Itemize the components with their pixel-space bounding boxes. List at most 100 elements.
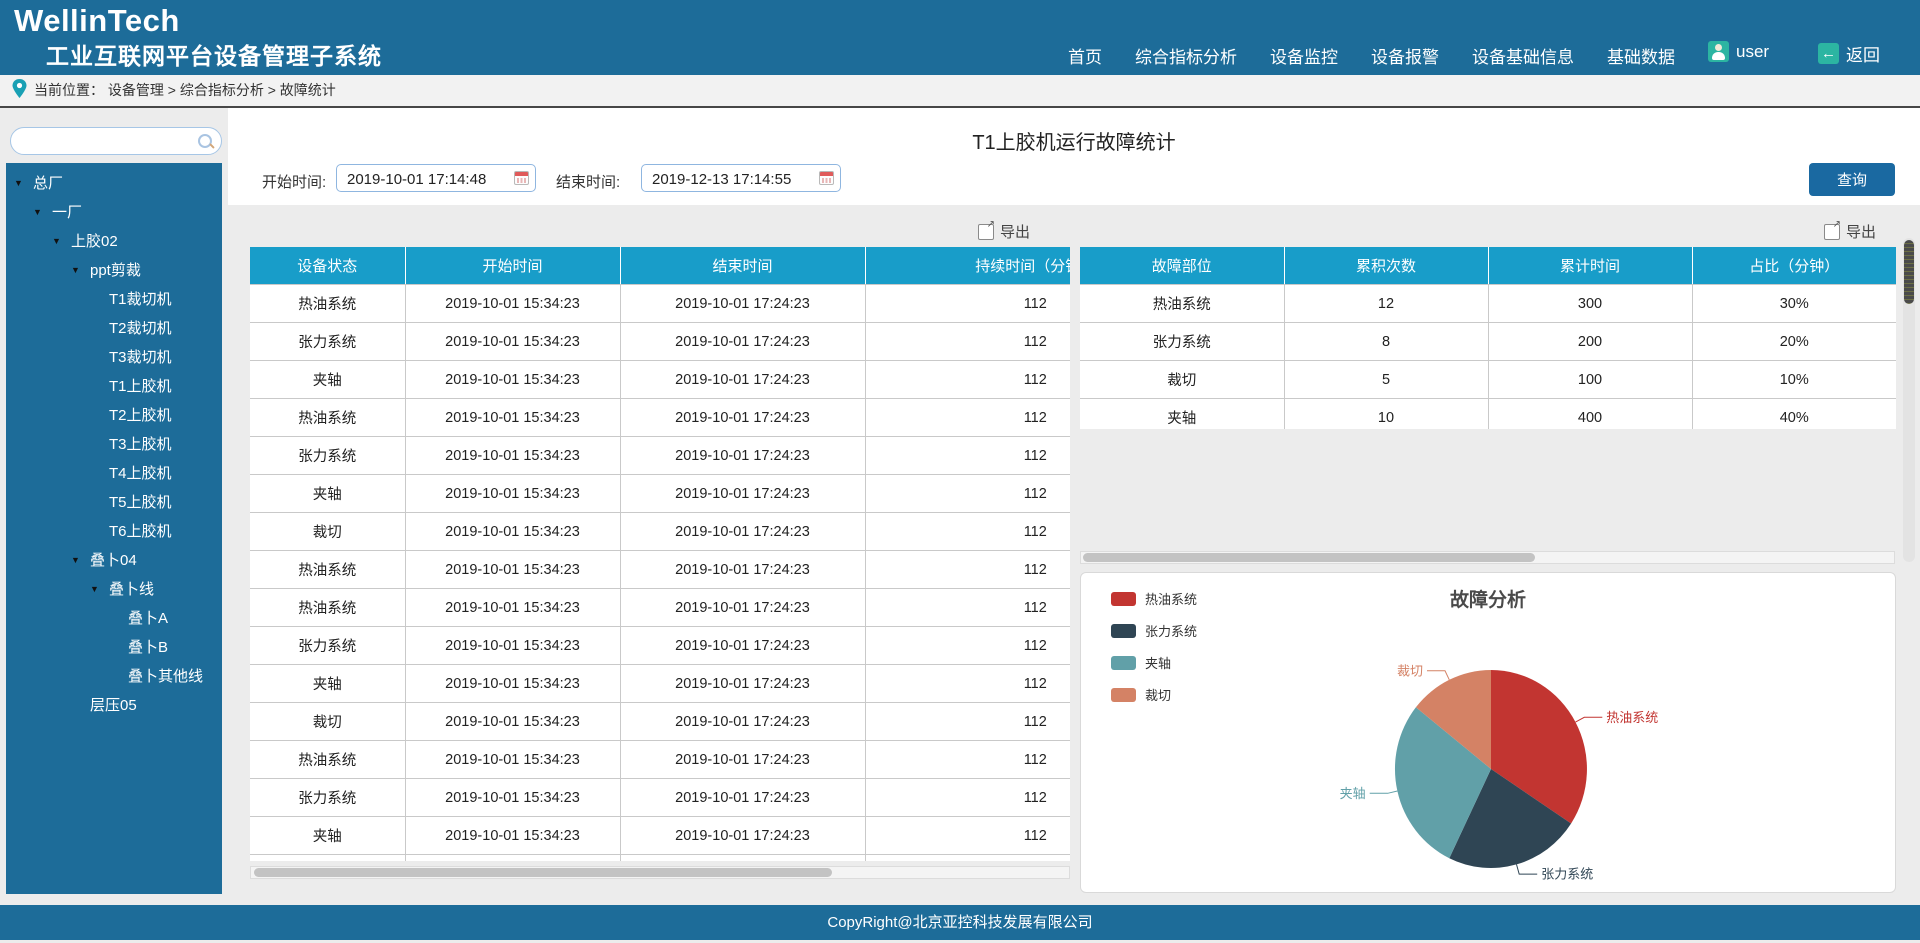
table-cell: 2019-10-01 15:34:23 [405, 817, 620, 855]
calendar-icon[interactable] [514, 171, 529, 185]
pie-label: 张力系统 [1541, 867, 1593, 882]
table-row: 裁切510010% [1080, 361, 1896, 399]
scrollbar-thumb[interactable] [1083, 553, 1535, 562]
table-row: 张力系统2019-10-01 15:34:232019-10-01 17:24:… [250, 779, 1070, 817]
back-button[interactable]: ← 返回 [1818, 41, 1880, 66]
tree-item-label: 总厂 [33, 169, 63, 198]
scrollbar-thumb[interactable] [1904, 240, 1914, 304]
tree-item[interactable]: 叠卜其他线 [6, 662, 222, 691]
table-cell: 2019-10-01 17:24:23 [620, 361, 865, 399]
nav-item[interactable]: 基础数据 [1607, 43, 1675, 68]
tree-item-label: 叠卜B [128, 633, 168, 662]
tree-item[interactable]: 叠卜A [6, 604, 222, 633]
table-cell: 裁切 [250, 513, 405, 551]
table-cell: 2019-10-01 17:24:23 [620, 513, 865, 551]
fault-pie-svg: 热油系统张力系统夹轴裁切 [1081, 573, 1895, 892]
h-scrollbar-right[interactable] [1080, 551, 1895, 564]
table-row: 夹轴2019-10-01 15:34:232019-10-01 17:24:23… [250, 817, 1070, 855]
table-cell: 12 [1284, 285, 1488, 323]
table-header-cell: 结束时间 [620, 247, 865, 285]
table-cell: 112 [865, 399, 1070, 437]
search-icon[interactable] [198, 134, 212, 148]
table-row: 裁切2019-10-01 15:34:232019-10-01 17:24:23… [250, 855, 1070, 862]
table-cell: 100 [1488, 361, 1692, 399]
table-row: 张力系统2019-10-01 15:34:232019-10-01 17:24:… [250, 627, 1070, 665]
app-title: 工业互联网平台设备管理子系统 [46, 37, 382, 71]
tree-item[interactable]: T3上胶机 [6, 430, 222, 459]
tree-item-label: 上胶02 [71, 227, 118, 256]
tree-item[interactable]: 层压05 [6, 691, 222, 720]
search-input[interactable] [21, 129, 195, 155]
table-row: 张力系统820020% [1080, 323, 1896, 361]
expander-icon[interactable]: ▼ [52, 227, 66, 256]
tree-item[interactable]: ▼叠卜线 [6, 575, 222, 604]
tree-item[interactable]: T6上胶机 [6, 517, 222, 546]
calendar-icon[interactable] [819, 171, 834, 185]
tree-item[interactable]: T3裁切机 [6, 343, 222, 372]
back-label: 返回 [1846, 41, 1880, 66]
table-header-cell: 占比（分钟） [1692, 247, 1896, 285]
table-cell: 2019-10-01 15:34:23 [405, 361, 620, 399]
table-cell: 2019-10-01 15:34:23 [405, 855, 620, 862]
tree-item[interactable]: T4上胶机 [6, 459, 222, 488]
table-row: 裁切2019-10-01 15:34:232019-10-01 17:24:23… [250, 703, 1070, 741]
nav-item[interactable]: 综合指标分析 [1135, 43, 1237, 68]
h-scrollbar-left[interactable] [250, 866, 1070, 879]
table-cell: 2019-10-01 17:24:23 [620, 741, 865, 779]
nav-item[interactable]: 设备报警 [1371, 43, 1439, 68]
tree-item[interactable]: ▼叠卜04 [6, 546, 222, 575]
tree-item[interactable]: T2裁切机 [6, 314, 222, 343]
table-cell: 张力系统 [250, 779, 405, 817]
table-cell: 2019-10-01 17:24:23 [620, 437, 865, 475]
table-cell: 夹轴 [250, 361, 405, 399]
nav-item[interactable]: 首页 [1068, 43, 1102, 68]
table-row: 张力系统2019-10-01 15:34:232019-10-01 17:24:… [250, 437, 1070, 475]
export-label: 导出 [1000, 221, 1030, 242]
expander-icon[interactable]: ▼ [71, 546, 85, 575]
table-row: 夹轴2019-10-01 15:34:232019-10-01 17:24:23… [250, 665, 1070, 703]
export-label: 导出 [1846, 221, 1876, 242]
tree-item[interactable]: ▼ppt剪裁 [6, 256, 222, 285]
logo: WellinTech [14, 3, 180, 39]
table-row: 夹轴2019-10-01 15:34:232019-10-01 17:24:23… [250, 361, 1070, 399]
export-left-button[interactable]: 导出 [978, 221, 1030, 242]
tree-item-label: ppt剪裁 [90, 256, 141, 285]
user-avatar-icon [1708, 41, 1729, 62]
export-right-button[interactable]: 导出 [1824, 221, 1876, 242]
table-cell: 200 [1488, 323, 1692, 361]
nav-item[interactable]: 设备监控 [1270, 43, 1338, 68]
table-cell: 热油系统 [1080, 285, 1284, 323]
expander-icon[interactable]: ▼ [14, 169, 28, 198]
table-cell: 2019-10-01 17:24:23 [620, 703, 865, 741]
expander-icon[interactable]: ▼ [71, 256, 85, 285]
tree-item[interactable]: T5上胶机 [6, 488, 222, 517]
tree-item-label: 叠卜A [128, 604, 168, 633]
query-button[interactable]: 查询 [1809, 163, 1895, 196]
table-cell: 112 [865, 779, 1070, 817]
tree-item[interactable]: T1裁切机 [6, 285, 222, 314]
table-row: 热油系统1230030% [1080, 285, 1896, 323]
scrollbar-thumb[interactable] [254, 868, 832, 877]
tree-item[interactable]: T2上胶机 [6, 401, 222, 430]
location-pin-icon [12, 79, 27, 99]
tree-item[interactable]: 叠卜B [6, 633, 222, 662]
table-cell: 2019-10-01 15:34:23 [405, 551, 620, 589]
top-header: WellinTech 工业互联网平台设备管理子系统 首页 综合指标分析 设备监控 设备… [0, 0, 1920, 75]
tree-item[interactable]: ▼总厂 [6, 169, 222, 198]
table-cell: 2019-10-01 17:24:23 [620, 665, 865, 703]
end-time-input[interactable] [650, 166, 814, 192]
tree-item[interactable]: ▼上胶02 [6, 227, 222, 256]
table-row: 热油系统2019-10-01 15:34:232019-10-01 17:24:… [250, 285, 1070, 323]
tree-item[interactable]: ▼一厂 [6, 198, 222, 227]
start-time-input[interactable] [345, 166, 509, 192]
nav-item[interactable]: 设备基础信息 [1472, 43, 1574, 68]
pie-label-line [1517, 864, 1538, 874]
table-cell: 112 [865, 589, 1070, 627]
table-cell: 张力系统 [1080, 323, 1284, 361]
back-arrow-icon: ← [1818, 43, 1839, 64]
v-scrollbar[interactable] [1903, 238, 1915, 562]
expander-icon[interactable]: ▼ [33, 198, 47, 227]
expander-icon[interactable]: ▼ [90, 575, 104, 604]
user-menu[interactable]: user [1708, 41, 1769, 62]
tree-item[interactable]: T1上胶机 [6, 372, 222, 401]
